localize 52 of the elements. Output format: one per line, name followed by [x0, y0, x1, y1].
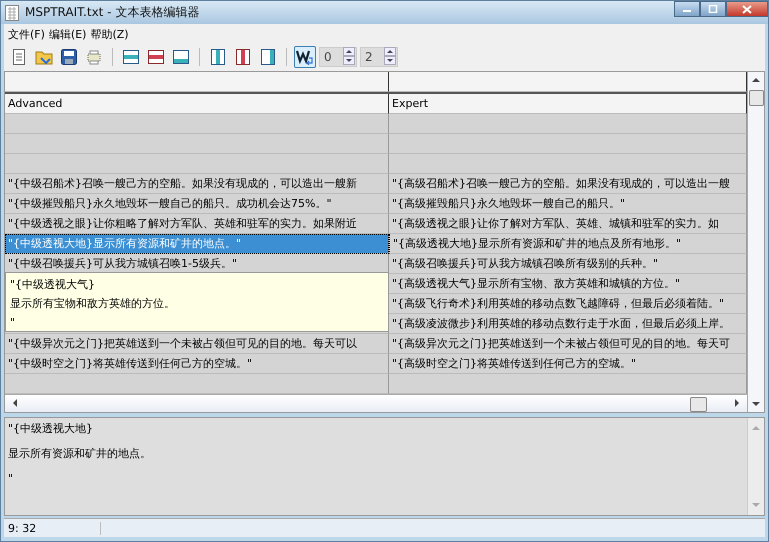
editor-line: " — [10, 314, 16, 331]
number-spinner[interactable]: 0 — [319, 47, 357, 68]
preview-pane[interactable]: "{中级透视大地} 显示所有资源和矿井的地点。 " — [4, 416, 765, 516]
table-cell[interactable]: "{高级异次元之门}把英雄送到一个未被占领但可见的目的地。每天可 — [389, 334, 747, 354]
preview-line: 显示所有资源和矿井的地点。 — [8, 446, 152, 462]
table-cell[interactable]: "{高级透视大地}显示所有资源和矿井的地点及所有地形。" — [389, 234, 747, 254]
scroll-right-icon[interactable] — [733, 398, 741, 408]
number-spinner[interactable]: 2 — [360, 47, 398, 68]
scroll-left-icon[interactable] — [11, 398, 19, 408]
horizontal-scrollbar[interactable] — [5, 394, 747, 412]
table-cell[interactable]: "{高级凌波微步}利用英雄的移动点数行走于水面，但最后必须上岸。 — [389, 314, 747, 334]
column-header[interactable]: Expert — [389, 94, 747, 114]
column-header[interactable]: Advanced — [5, 94, 389, 114]
table-cell[interactable] — [5, 114, 389, 134]
editor-line: "{中级透视大气} — [10, 276, 96, 293]
document-icon — [5, 4, 19, 21]
scroll-thumb[interactable] — [749, 90, 764, 106]
table-cell[interactable] — [389, 134, 747, 154]
cursor-position: 9: 32 — [4, 522, 101, 535]
table-cell[interactable] — [5, 134, 389, 154]
vertical-scrollbar[interactable] — [747, 72, 764, 412]
maximize-button[interactable] — [700, 1, 726, 17]
word-wrap-icon[interactable] — [294, 46, 316, 68]
table-cell[interactable]: "{高级飞行奇术}利用英雄的移动点数飞越障碍，但最后必须着陆。" — [389, 294, 747, 314]
table-cell[interactable] — [389, 154, 747, 174]
table-cell[interactable]: "{中级召船术}召唤一艘己方的空船。如果没有现成的，可以造出一艘新 — [5, 174, 389, 194]
preview-line: "{中级透视大地} — [8, 420, 94, 437]
table-cell[interactable]: "{高级时空之门}将英雄传送到任何己方的空城。" — [389, 354, 747, 374]
table-cell[interactable] — [5, 154, 389, 174]
table-cell[interactable]: "{高级召唤援兵}可从我方城镇召唤所有级别的兵种。" — [389, 254, 747, 274]
table-cell[interactable]: "{高级摧毁船只}永久地毁坏一艘自己的船只。" — [389, 194, 747, 214]
minimize-button[interactable] — [674, 1, 700, 17]
menu-item[interactable]: 帮助(Z) — [90, 27, 129, 42]
table-cell[interactable]: "{高级透视之眼}让你了解对方军队、英雄、城镇和驻军的实力。如 — [389, 214, 747, 234]
scroll-up-icon[interactable] — [751, 76, 761, 84]
table-cell[interactable]: "{高级透视大气}显示所有宝物、敌方英雄和城镇的方位。" — [389, 274, 747, 294]
editor-line: 显示所有宝物和敌方英雄的方位。 — [10, 296, 176, 312]
table-cell[interactable] — [389, 114, 747, 134]
preview-line: " — [8, 470, 14, 487]
cell-editor[interactable]: "{中级透视大气} 显示所有宝物和敌方英雄的方位。 " — [5, 272, 389, 332]
maximize-icon — [708, 5, 718, 13]
menu-item[interactable]: 文件(F) — [8, 27, 45, 42]
menu-item[interactable]: 编辑(E) — [48, 27, 86, 42]
close-button[interactable] — [726, 1, 768, 17]
scroll-thumb[interactable] — [690, 396, 707, 412]
table-cell[interactable]: "{高级召船术}召唤一艘己方的空船。如果没有现成的，可以造出一艘 — [389, 174, 747, 194]
table-cell[interactable]: "{中级时空之门}将英雄传送到任何己方的空城。" — [5, 354, 389, 374]
table-cell[interactable]: "{中级异次元之门}把英雄送到一个未被占领但可见的目的地。每天可以 — [5, 334, 389, 354]
window-title: MSPTRAIT.txt - 文本表格编辑器 — [25, 4, 200, 22]
close-icon — [742, 4, 752, 14]
scroll-down-icon[interactable] — [751, 400, 761, 408]
table-cell[interactable]: "{中级摧毁船只}永久地毁坏一艘自己的船只。成功机会达75%。" — [5, 194, 389, 214]
